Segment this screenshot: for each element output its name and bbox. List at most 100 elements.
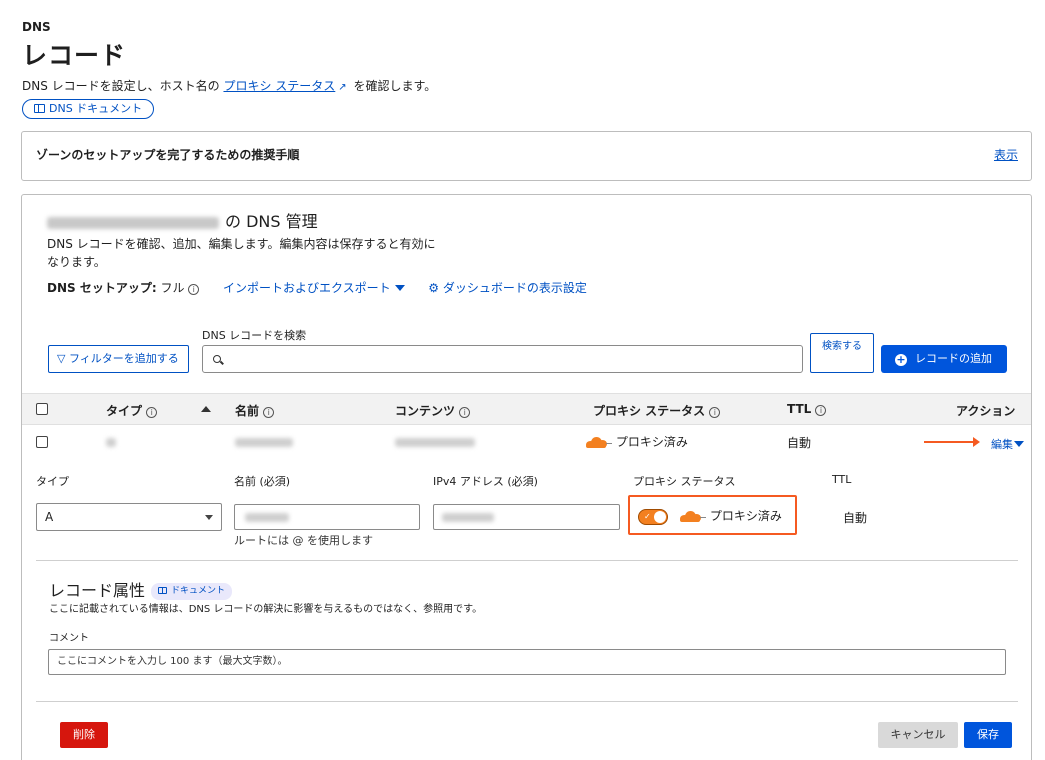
type-select[interactable]: A <box>36 503 222 531</box>
col-type-label: タイプ <box>106 404 143 418</box>
col-name-label: 名前 <box>235 404 260 418</box>
ipv4-input[interactable] <box>433 504 620 530</box>
orange-cloud-icon <box>678 510 706 522</box>
toggle-knob <box>654 511 666 523</box>
col-content[interactable]: コンテンツ i <box>395 402 471 419</box>
proxy-toggle[interactable]: ✓ <box>638 509 668 525</box>
record-attributes-description: ここに記載されている情報は、DNS レコードの解決に影響を与えるものではなく、参… <box>49 604 483 615</box>
col-content-label: コンテンツ <box>395 404 456 418</box>
cancel-button[interactable]: キャンセル <box>878 722 958 748</box>
name-input[interactable] <box>234 504 420 530</box>
col-proxy[interactable]: プロキシ ステータス i <box>593 402 721 419</box>
row-content-redacted <box>395 438 475 447</box>
import-export-label: インポートおよびエクスポート <box>222 281 391 295</box>
col-name[interactable]: 名前 i <box>235 402 275 419</box>
import-export-dropdown[interactable]: インポートおよびエクスポート <box>223 281 405 295</box>
orange-cloud-icon <box>584 436 612 448</box>
plus-icon: + <box>895 353 907 366</box>
management-title-text: の DNS 管理 <box>225 212 318 231</box>
attributes-docs-label: ドキュメント <box>171 586 226 596</box>
name-label: 名前 (必須) <box>234 475 291 488</box>
proxy-status-link[interactable]: プロキシ ステータス <box>223 79 335 93</box>
caret-down-icon <box>1014 441 1024 447</box>
info-icon[interactable]: i <box>188 284 200 295</box>
row-proxy-status: プロキシ済み <box>584 433 688 450</box>
desc-text: DNS レコードを設定し、ホスト名の <box>22 79 224 93</box>
management-title: の DNS 管理 <box>47 208 318 232</box>
dashboard-settings-link[interactable]: ⚙ ダッシュボードの表示設定 <box>428 281 587 295</box>
search-button[interactable]: 検索する <box>810 333 874 373</box>
search-icon <box>213 355 221 363</box>
ipv4-label: IPv4 アドレス (必須) <box>433 475 538 488</box>
proxy-status-value: プロキシ済み <box>678 507 782 524</box>
dns-setup-value: フル <box>160 281 185 295</box>
ttl-label: TTL <box>832 473 852 486</box>
ipv4-value-redacted <box>442 513 494 522</box>
page-title: レコード <box>22 41 127 70</box>
name-value-redacted <box>245 513 289 522</box>
add-filter-button[interactable]: ▽ フィルターを追加する <box>48 345 189 373</box>
divider <box>36 701 1018 702</box>
attributes-docs-link[interactable]: ドキュメント <box>151 583 233 600</box>
filter-icon: ▽ <box>57 352 66 365</box>
gear-icon: ⚙ <box>428 281 440 295</box>
info-icon: i <box>146 407 158 418</box>
info-icon: i <box>459 407 471 418</box>
book-icon <box>34 104 45 113</box>
edit-button[interactable]: 編集 <box>991 436 1024 452</box>
caret-down-icon <box>394 285 405 291</box>
comment-input[interactable]: ここにコメントを入力し 100 ます（最大文字数）。 <box>48 649 1006 675</box>
dns-management-panel: の DNS 管理 DNS レコードを確認、追加、編集します。編集内容は保存すると… <box>21 194 1032 760</box>
dns-docs-button[interactable]: DNS ドキュメント <box>22 99 155 119</box>
add-filter-label: フィルターを追加する <box>68 352 179 365</box>
select-all-checkbox[interactable] <box>36 403 48 415</box>
proxy-status-highlight: ✓ プロキシ済み <box>628 495 797 535</box>
page-description: DNS レコードを設定し、ホスト名の プロキシ ステータス ↗ を確認します。 <box>22 77 436 94</box>
dashboard-settings-label: ダッシュボードの表示設定 <box>442 281 587 295</box>
row-name-redacted <box>235 438 293 447</box>
col-action: アクション <box>956 404 1016 418</box>
management-description: DNS レコードを確認、追加、編集します。編集内容は保存すると有効になります。 <box>47 237 436 269</box>
dns-setup-label: DNS セットアップ: <box>47 281 157 295</box>
zone-setup-card: ゾーンのセットアップを完了するための推奨手順 表示 <box>21 131 1032 181</box>
row-ttl: 自動 <box>787 436 812 450</box>
divider <box>36 560 1018 561</box>
proxy-status-label: プロキシ ステータス <box>633 475 736 488</box>
external-link-icon: ↗ <box>338 82 347 93</box>
book-icon <box>158 587 168 594</box>
type-select-value: A <box>45 510 54 524</box>
save-button[interactable]: 保存 <box>964 722 1012 748</box>
desc-text-end: を確認します。 <box>349 79 437 93</box>
highlight-arrow <box>924 437 980 447</box>
chevron-down-icon <box>205 515 213 520</box>
zone-setup-show-link[interactable]: 表示 <box>994 146 1018 163</box>
type-label: タイプ <box>36 475 69 488</box>
record-attributes-title-text: レコード属性 <box>49 581 146 600</box>
row-type-redacted <box>106 438 116 447</box>
info-icon: i <box>709 407 721 418</box>
check-icon: ✓ <box>644 512 651 521</box>
row-checkbox[interactable] <box>36 436 48 448</box>
add-record-button[interactable]: + レコードの追加 <box>881 345 1007 373</box>
search-label: DNS レコードを検索 <box>202 329 307 342</box>
info-icon: i <box>815 405 827 416</box>
search-input[interactable] <box>202 345 803 373</box>
ttl-value: 自動 <box>843 511 868 525</box>
sort-asc-icon[interactable] <box>201 406 211 412</box>
info-icon: i <box>263 407 275 418</box>
root-hint: ルートには @ を使用します <box>234 534 373 547</box>
edit-label: 編集 <box>991 438 1013 451</box>
comment-label: コメント <box>49 633 89 644</box>
breadcrumb: DNS <box>22 20 51 34</box>
col-ttl-label: TTL <box>787 402 812 416</box>
add-record-label: レコードの追加 <box>915 352 992 365</box>
row-proxy-label: プロキシ済み <box>615 435 688 449</box>
domain-name-redacted <box>47 216 219 229</box>
col-type[interactable]: タイプ i <box>106 402 158 419</box>
zone-setup-title: ゾーンのセットアップを完了するための推奨手順 <box>36 148 300 162</box>
col-proxy-label: プロキシ ステータス <box>593 404 706 418</box>
delete-button[interactable]: 削除 <box>60 722 108 748</box>
proxy-value-label: プロキシ済み <box>709 509 782 523</box>
col-ttl[interactable]: TTL i <box>787 402 827 416</box>
table-header: タイプ i 名前 i コンテンツ i プロキシ ステータス i TTL i アク… <box>22 393 1031 425</box>
